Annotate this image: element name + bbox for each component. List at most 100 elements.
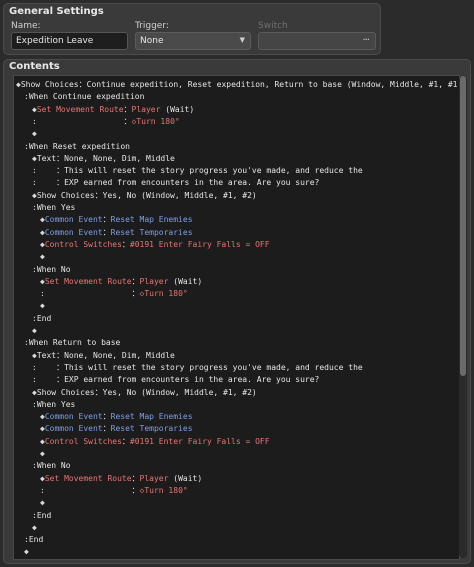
event-command-list[interactable]: ◆ Show Choices：Continue expedition, Reset… <box>13 75 460 560</box>
name-label: Name: <box>11 21 41 31</box>
command-row[interactable]: : ：This will reset the story progress yo… <box>32 362 363 374</box>
command-text: Reset Temporaries <box>110 227 193 237</box>
command-row[interactable]: : ：This will reset the story progress yo… <box>32 165 363 177</box>
command-row[interactable]: :End <box>32 313 51 325</box>
command-row[interactable]: ◆Show Choices：Continue expedition, Reset… <box>16 79 459 91</box>
diamond-icon: ◆ <box>24 547 29 557</box>
command-row[interactable]: ◆Control Switches：#0191 Enter Fairy Fall… <box>40 436 270 448</box>
command-text: ： <box>131 276 140 286</box>
command-row[interactable]: : ：◇Turn 180° <box>32 116 180 128</box>
ellipsis-icon[interactable]: ... <box>362 33 369 43</box>
command-text: (Wait) <box>168 473 203 483</box>
command-text: ： <box>123 104 132 114</box>
command-text: ： <box>121 239 130 249</box>
command-row[interactable]: ◆ <box>24 546 29 558</box>
diamond-icon: ◆ <box>40 252 45 262</box>
command-row[interactable]: : ：EXP earned from encounters in the are… <box>32 177 319 189</box>
command-row[interactable]: : ：◇Turn 180° <box>40 485 188 497</box>
command-row[interactable]: ◆Set Movement Route：Player (Wait) <box>40 276 202 288</box>
command-text: Show Choices：Yes, No (Window, Middle, #1… <box>36 387 257 397</box>
command-row[interactable]: ◆Set Movement Route：Player (Wait) <box>40 473 202 485</box>
command-text: End <box>28 535 44 545</box>
command-row[interactable]: :When No <box>32 264 71 276</box>
switch-label: Switch <box>258 21 288 31</box>
command-row[interactable]: :End <box>32 510 51 522</box>
command-row[interactable]: ◆ <box>40 448 45 460</box>
command-row[interactable]: :When Yes <box>32 399 75 411</box>
command-text: Reset Map Enemies <box>110 215 193 225</box>
diamond-icon: ◆ <box>40 449 45 458</box>
command-text: ： <box>121 436 130 446</box>
command-row[interactable]: ◆ <box>40 251 45 263</box>
command-text: Set Movement Route <box>36 104 124 114</box>
command-text: End <box>36 510 52 520</box>
command-row[interactable]: ◆ <box>40 497 45 509</box>
command-row[interactable]: : ：EXP earned from encounters in the are… <box>32 374 319 386</box>
command-text: #0191 Enter Fairy Falls = OFF <box>129 239 270 249</box>
command-text: Common Event <box>44 412 103 422</box>
command-row[interactable]: :End <box>24 534 43 546</box>
contents-title: Contents <box>9 61 60 72</box>
command-row[interactable]: ◆Common Event：Reset Temporaries <box>40 423 193 435</box>
command-text: End <box>36 313 52 323</box>
command-row[interactable]: ◆ <box>32 522 37 534</box>
command-text: ◇Turn 180° <box>131 116 180 126</box>
command-text: When Yes <box>36 203 76 212</box>
trigger-select[interactable]: None ▼ <box>135 32 251 50</box>
command-text: When No <box>36 264 71 274</box>
command-text: ：This will reset the story progress you'… <box>36 166 363 176</box>
command-text: Reset Temporaries <box>110 424 193 434</box>
command-text: Player <box>131 104 161 114</box>
command-row[interactable]: ◆ <box>32 325 37 337</box>
command-text: ： <box>44 289 140 299</box>
command-text: Set Movement Route <box>44 276 132 286</box>
command-row[interactable]: :When Reset expedition <box>24 141 130 153</box>
command-text: Control Switches <box>44 239 122 249</box>
command-text: ：This will reset the story progress you'… <box>36 362 363 372</box>
command-row[interactable]: ◆Show Choices：Yes, No (Window, Middle, #… <box>32 387 257 399</box>
command-text: Player <box>139 473 169 483</box>
command-text: (Wait) <box>168 276 203 286</box>
contents-panel: Contents ◆ Show Choices：Continue expediti… <box>3 59 471 564</box>
scrollbar-thumb[interactable] <box>460 76 466 376</box>
command-text: Player <box>139 276 169 286</box>
command-row[interactable]: ◆ <box>32 128 37 140</box>
command-row[interactable]: :When No <box>32 460 71 472</box>
command-text: Reset Map Enemies <box>110 412 193 422</box>
command-text: ◇Turn 180° <box>139 485 188 495</box>
command-text: ： <box>131 473 140 483</box>
command-text: Show Choices：Yes, No (Window, Middle, #1… <box>36 190 257 200</box>
command-text: ： <box>44 485 140 495</box>
command-row[interactable]: :When Continue expedition <box>24 91 144 103</box>
diamond-icon: ◆ <box>32 326 37 335</box>
command-text: When Yes <box>36 399 76 409</box>
command-text: #0191 Enter Fairy Falls = OFF <box>129 436 270 446</box>
vertical-scrollbar[interactable] <box>459 76 467 558</box>
command-text: When Reset expedition <box>28 141 130 151</box>
command-row[interactable]: :When Return to base <box>24 337 120 349</box>
command-text: Common Event <box>44 215 103 225</box>
command-row[interactable]: ◆ <box>40 300 45 312</box>
command-row[interactable]: : ：◇Turn 180° <box>40 288 188 300</box>
command-text: ： <box>102 424 111 434</box>
name-field[interactable]: Expedition Leave <box>11 32 128 50</box>
command-row[interactable]: ◆Show Choices：Yes, No (Window, Middle, #… <box>32 190 257 202</box>
command-row[interactable]: ◆Text：None, None, Dim, Middle <box>32 153 175 165</box>
command-text: When No <box>36 461 71 471</box>
command-row[interactable]: ◆Common Event：Reset Map Enemies <box>40 214 193 226</box>
general-settings-group: General Settings Name: Expedition Leave … <box>3 3 381 55</box>
command-row[interactable]: ◆Common Event：Reset Map Enemies <box>40 411 193 423</box>
command-row[interactable]: :When Yes <box>32 202 75 214</box>
command-text: When Return to base <box>28 338 121 348</box>
command-text: Common Event <box>44 227 103 237</box>
trigger-value: None <box>140 36 164 46</box>
command-row[interactable]: ◆Set Movement Route：Player (Wait) <box>32 104 194 116</box>
command-row[interactable]: ◆Common Event：Reset Temporaries <box>40 227 193 239</box>
command-text: ：EXP earned from encounters in the area.… <box>36 178 320 188</box>
command-row[interactable]: ◆Text：None, None, Dim, Middle <box>32 350 175 362</box>
command-text: Control Switches <box>44 436 122 446</box>
command-text: (Wait) <box>160 104 195 114</box>
command-row[interactable]: ◆Control Switches：#0191 Enter Fairy Fall… <box>40 239 270 251</box>
command-text: ◇Turn 180° <box>139 289 188 299</box>
switch-select[interactable]: ... <box>258 32 376 50</box>
